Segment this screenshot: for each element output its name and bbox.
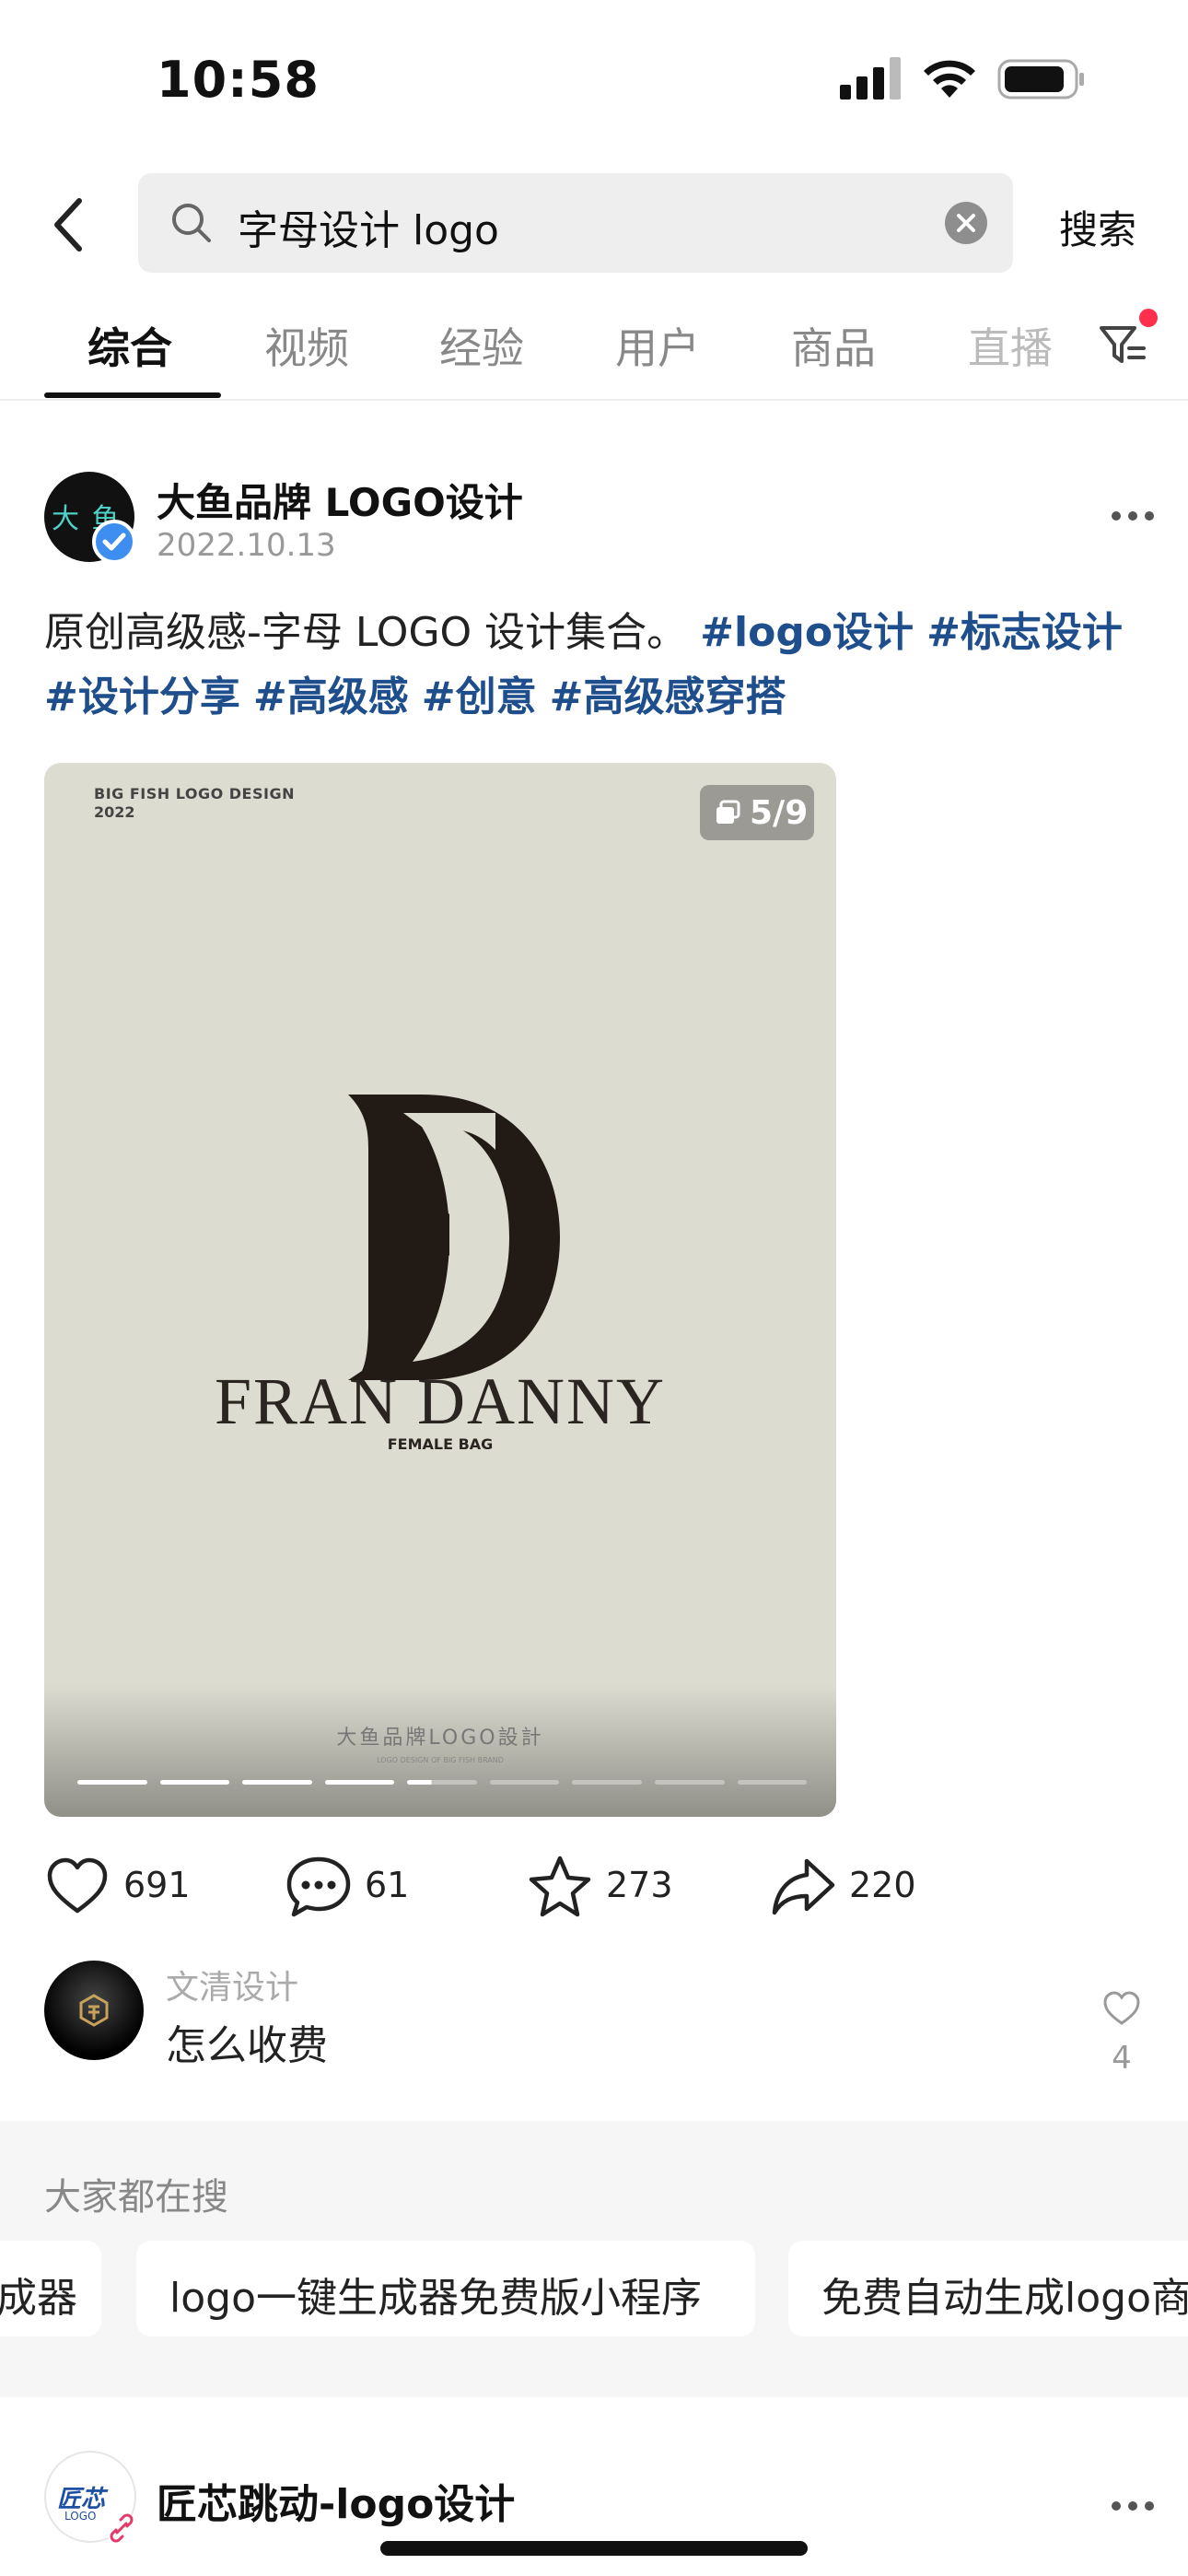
share-icon: [772, 1858, 835, 1915]
trending-chip[interactable]: 成器: [0, 2241, 101, 2336]
trending-title: 大家都在搜: [44, 2176, 228, 2219]
star-icon: [529, 1856, 591, 1917]
post-caption: 原创高级感-字母 LOGO 设计集合。 #logo设计 #标志设计 #设计分享 …: [44, 601, 1149, 730]
carousel-segment: [654, 1780, 725, 1785]
search-query-text[interactable]: 字母设计 logo: [238, 197, 499, 256]
more-options-icon[interactable]: [1105, 505, 1160, 527]
image-footer-subtext: LOGO DESIGN OF BIG FISH BRAND: [377, 1756, 504, 1764]
tab-comprehensive[interactable]: 综合: [87, 315, 172, 376]
tab-products[interactable]: 商品: [791, 315, 876, 376]
trending-chip[interactable]: 免费自动生成logo商: [788, 2241, 1188, 2336]
comment-text: 怎么收费: [166, 2022, 328, 2069]
commenter-avatar[interactable]: [44, 1961, 144, 2060]
image-counter-text: 5/9: [750, 794, 809, 832]
hashtag[interactable]: #标志设计: [926, 609, 1123, 656]
top-comment[interactable]: 文清设计 怎么收费 4: [44, 1961, 1149, 2077]
status-bar: 10:58: [0, 0, 1188, 157]
tab-video[interactable]: 视频: [264, 315, 349, 376]
filter-icon[interactable]: [1098, 321, 1147, 370]
brand-wordmark: FRAN DANNY: [214, 1364, 667, 1438]
commenter-logo-icon: [79, 1994, 109, 2027]
share-count: 220: [849, 1865, 916, 1905]
filter-notification-dot: [1139, 309, 1158, 327]
category-tabs: 综合 视频 经验 用户 商品 直播: [0, 304, 1188, 401]
search-row: 字母设计 logo 搜索: [0, 173, 1188, 275]
post-image-carousel[interactable]: BIG FISH LOGO DESIGN 2022 5/9 FRAN DANNY…: [44, 763, 836, 1817]
search-icon: [172, 204, 211, 242]
carousel-segment: [242, 1780, 312, 1785]
post-date: 2022.10.13: [157, 527, 336, 564]
caption-text: 原创高级感-字母 LOGO 设计集合。: [44, 609, 688, 656]
carousel-segment: [489, 1780, 560, 1785]
hashtag[interactable]: #logo设计: [700, 609, 914, 656]
tab-live[interactable]: 直播: [968, 315, 1053, 376]
trending-searches: 大家都在搜 成器 logo一键生成器免费版小程序 免费自动生成logo商: [0, 2121, 1188, 2397]
more-options-icon[interactable]: [1105, 2495, 1160, 2517]
search-input[interactable]: 字母设计 logo: [138, 173, 1013, 273]
like-button[interactable]: 691: [44, 1854, 210, 1920]
comment-count: 61: [365, 1865, 410, 1905]
post-author-row: 匠芯 LOGO 匠芯跳动-logo设计: [44, 2451, 1154, 2547]
heart-icon: [47, 1857, 108, 1914]
tab-users[interactable]: 用户: [615, 315, 700, 376]
carousel-segment: [737, 1780, 808, 1785]
image-counter-badge: 5/9: [700, 785, 814, 840]
hashtag[interactable]: #高级感穿搭: [550, 673, 786, 720]
like-count: 691: [123, 1865, 191, 1905]
carousel-progress: [77, 1780, 808, 1786]
clear-search-icon[interactable]: [944, 201, 988, 245]
tabs-fade: [1050, 304, 1105, 396]
image-header-text: BIG FISH LOGO DESIGN: [94, 785, 295, 802]
fd-monogram-logo: [348, 1095, 560, 1380]
carousel-segment: [77, 1780, 147, 1785]
cellular-signal-icon: [840, 57, 901, 100]
active-tab-indicator: [44, 392, 221, 398]
comment-like-count: 4: [1112, 2040, 1132, 2077]
favorite-count: 273: [606, 1865, 673, 1905]
battery-icon: [997, 59, 1084, 100]
carousel-segment: [159, 1780, 230, 1785]
home-indicator[interactable]: [380, 2541, 808, 2556]
tab-experience[interactable]: 经验: [439, 315, 524, 376]
carousel-segment: [407, 1780, 477, 1785]
verified-badge-icon: [92, 520, 136, 564]
back-arrow-icon[interactable]: [46, 195, 92, 254]
carousel-segment: [572, 1780, 642, 1785]
brand-subtitle: FEMALE BAG: [387, 1435, 494, 1453]
post-author-row: 大 鱼 大鱼品牌 LOGO设计 2022.10.13: [44, 472, 1154, 568]
image-header-year: 2022: [94, 803, 135, 821]
post-actions: 691 61 273 220: [44, 1854, 1149, 1920]
hashtag[interactable]: #创意: [422, 673, 537, 720]
favorite-button[interactable]: 273: [527, 1854, 693, 1920]
search-button[interactable]: 搜索: [1059, 199, 1136, 255]
image-footer-text: 大鱼品牌LOGO設計: [336, 1727, 544, 1750]
hashtag[interactable]: #设计分享: [44, 673, 240, 720]
status-time: 10:58: [157, 51, 320, 109]
image-bottom-shade: [44, 1684, 836, 1817]
author-name[interactable]: 匠芯跳动-logo设计: [157, 2471, 515, 2530]
carousel-segment: [324, 1780, 395, 1785]
comment-like-icon[interactable]: [1101, 1988, 1142, 2029]
share-button[interactable]: 220: [770, 1854, 936, 1920]
avatar-logo-subtext: LOGO: [64, 2510, 97, 2523]
gallery-icon: [716, 800, 740, 824]
author-name[interactable]: 大鱼品牌 LOGO设计: [157, 472, 523, 528]
link-badge-icon: [105, 2512, 138, 2545]
comment-icon: [286, 1856, 351, 1917]
wifi-icon: [924, 60, 975, 98]
trending-chip[interactable]: logo一键生成器免费版小程序: [136, 2241, 755, 2336]
hashtag[interactable]: #高级感: [253, 673, 409, 720]
commenter-name[interactable]: 文清设计: [166, 1961, 298, 2008]
comment-button[interactable]: 61: [285, 1854, 433, 1920]
